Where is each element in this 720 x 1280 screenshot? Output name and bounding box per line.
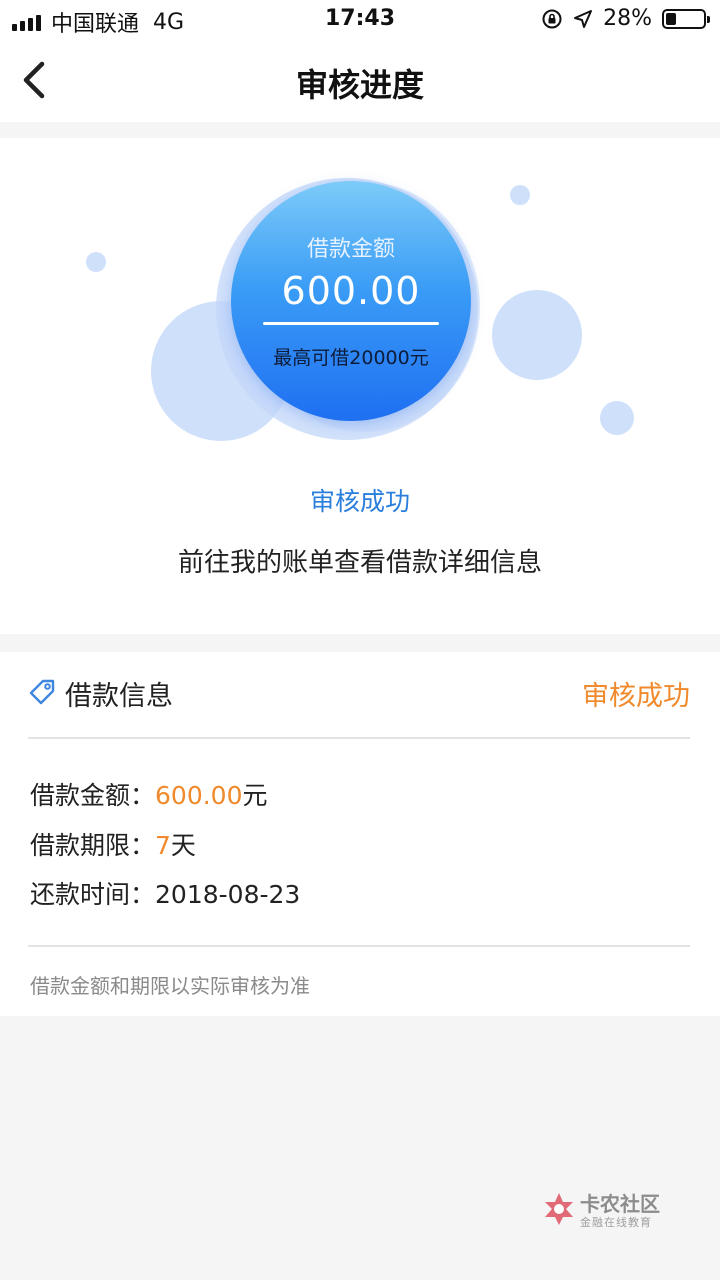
tag-icon bbox=[29, 679, 55, 705]
nav-bar: 审核进度 bbox=[0, 40, 720, 122]
loan-amount-label: 借款金额 bbox=[306, 237, 395, 262]
location-icon bbox=[574, 9, 593, 28]
status-bar-right: 28% bbox=[541, 6, 710, 31]
status-bar: 中国联通 4G 17:43 28% bbox=[0, 0, 720, 40]
battery-percent: 28% bbox=[603, 6, 652, 31]
rotation-lock-icon bbox=[542, 9, 562, 28]
loan-amount-circle: 借款金额 600.00 最高可借20000元 bbox=[231, 181, 471, 421]
watermark-title: 卡农社区 bbox=[580, 1192, 660, 1216]
bill-link-text[interactable]: 前往我的账单查看借款详细信息 bbox=[0, 542, 720, 579]
divider bbox=[28, 945, 690, 947]
loan-info-title: 借款信息 bbox=[65, 681, 173, 712]
loan-amount-row: 借款金额：600.00元 bbox=[30, 776, 268, 812]
battery-level bbox=[666, 12, 676, 25]
decor-bubble bbox=[492, 290, 582, 380]
loan-amount-value: 600.00 bbox=[281, 269, 421, 313]
row-value: 7 bbox=[155, 831, 171, 860]
row-label: 借款期限： bbox=[30, 831, 156, 860]
loan-info-status: 审核成功 bbox=[582, 681, 690, 712]
disclaimer-note: 借款金额和期限以实际审核为准 bbox=[30, 974, 310, 998]
battery-icon bbox=[662, 8, 710, 29]
loan-info-card: 借款信息 审核成功 借款金额：600.00元 借款期限：7天 还款时间：2018… bbox=[0, 652, 720, 1016]
loan-term-row: 借款期限：7天 bbox=[30, 826, 196, 862]
row-label: 借款金额： bbox=[30, 781, 156, 810]
repayment-date-row: 还款时间：2018-08-23 bbox=[30, 875, 300, 911]
amount-divider bbox=[263, 322, 439, 325]
row-unit: 天 bbox=[170, 831, 196, 860]
kanong-logo-icon bbox=[545, 1193, 573, 1225]
row-value: 600.00 bbox=[155, 781, 243, 810]
watermark: 卡农社区 金融在线教育 bbox=[540, 1188, 690, 1234]
row-value: 2018-08-23 bbox=[155, 880, 301, 909]
row-unit: 元 bbox=[242, 781, 268, 810]
review-status: 审核成功 bbox=[309, 487, 410, 516]
decor-bubble bbox=[600, 401, 634, 435]
decor-bubble bbox=[86, 252, 106, 272]
loan-info-header: 借款信息 审核成功 bbox=[28, 674, 690, 718]
max-loan-text: 最高可借20000元 bbox=[273, 347, 429, 369]
page-title: 审核进度 bbox=[295, 66, 424, 104]
divider bbox=[28, 737, 690, 739]
watermark-subtitle: 金融在线教育 bbox=[580, 1216, 652, 1229]
loan-progress-hero: 借款金额 600.00 最高可借20000元 审核成功 前往我的账单查看借款详细… bbox=[0, 138, 720, 634]
decor-bubble bbox=[510, 185, 530, 205]
row-label: 还款时间： bbox=[30, 880, 156, 909]
